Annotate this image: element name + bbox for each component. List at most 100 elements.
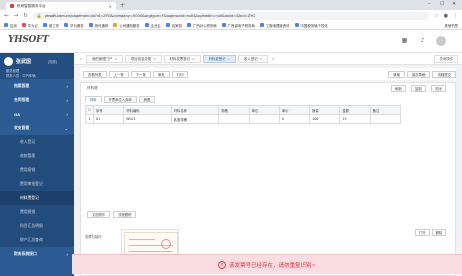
sidebar-item-label: 收支管理 <box>14 125 30 130</box>
inner-tab[interactable]: 流程跟踪 <box>113 211 137 218</box>
sidebar-item-label: 档案管理 <box>14 83 30 88</box>
bookmark-item[interactable]: 百家钱 <box>165 23 182 28</box>
sidebar-item[interactable]: 费用报销 <box>0 163 74 177</box>
table-row[interactable]: 1 01 WL01 乳胶漆桶 0 100 15 <box>85 114 402 124</box>
tab-close-icon[interactable]: ✕ <box>260 57 263 61</box>
page-tab[interactable]: 项目信息变更 ✕ <box>124 54 162 63</box>
bell-icon[interactable]: ♪ <box>418 36 427 45</box>
tabs-scroll-right-icon[interactable]: » <box>270 56 276 61</box>
sidebar-item-label: 材料费登记 <box>20 195 39 200</box>
toolbar-button[interactable]: 上一条 <box>108 70 129 78</box>
url-path: /pagemain.do?id=ZYG&company=0000&orgtype… <box>70 13 256 18</box>
table-cell[interactable]: WL01 <box>123 114 172 124</box>
browser-tab[interactable]: 杭研智智服务平台 ✕ <box>6 2 116 10</box>
sidebar-item[interactable]: 费用报销 <box>0 205 74 219</box>
back-icon[interactable]: ← <box>4 13 9 19</box>
bookmark-item[interactable]: 新工作 <box>42 23 59 28</box>
attach-action-button[interactable]: 删除 <box>431 229 447 236</box>
table-cell[interactable]: 01 <box>92 114 125 124</box>
sidebar-item[interactable]: 收入登记 <box>0 135 74 149</box>
url-input[interactable]: 🔒 yhsoft.com.cn/pagemain.do?id=ZYG&compa… <box>32 11 430 20</box>
table-cell[interactable] <box>248 114 280 124</box>
bookmark-item[interactable]: 广西对公税务局 <box>186 23 217 28</box>
sub-tab[interactable]: 开票单位入库单 <box>103 96 137 103</box>
toolbar-button[interactable]: 查看列表 <box>83 70 107 78</box>
sidebar-item[interactable]: 档案管理 › <box>0 79 74 93</box>
sidebar-item[interactable]: 财产汇总查询 <box>0 233 74 247</box>
attach-label: 发票扫描件 <box>85 235 102 239</box>
sidebar-item[interactable]: 材料费登记 <box>0 191 74 205</box>
sidebar-item[interactable]: 科目汇总明细 <box>0 219 74 233</box>
sidebar-item[interactable]: OA › <box>0 107 74 121</box>
page-tab[interactable]: 我的管理门户 ✕ <box>86 54 123 63</box>
column-header: 材料编码 <box>123 105 172 115</box>
sub-tab[interactable]: 摘要 <box>138 96 156 103</box>
sidebar-item[interactable]: 合同管理 › <box>0 93 74 107</box>
page-tab[interactable]: 材料发票登记 ✕ <box>163 54 201 63</box>
toolbar-button[interactable]: 审批 <box>152 70 170 78</box>
tab-close-icon[interactable]: ✕ <box>228 57 231 61</box>
star-icon[interactable]: ☆ <box>434 13 438 19</box>
inner-tab[interactable]: 文档附件 <box>87 211 111 218</box>
tabs-scroll-left-icon[interactable]: « <box>78 56 84 61</box>
sidebar: 张武国 [在线] 副总经理 财务人员 · 中汽车辆 档案管理 › 合同管理 › OA › 收… <box>0 53 74 276</box>
sidebar-item[interactable]: 财务系统接口 › <box>0 247 74 261</box>
tab-close-icon[interactable]: ✕ <box>109 4 112 9</box>
account-icon[interactable]: ● <box>444 13 448 19</box>
window-close-icon[interactable]: ✕ <box>452 1 456 7</box>
toolbar-button[interactable]: 打印 <box>171 70 189 78</box>
header-avatar[interactable] <box>436 36 446 46</box>
table-cell[interactable]: 15 <box>339 114 371 124</box>
grid-icon[interactable]: ▦ <box>400 36 409 45</box>
bookmark-item[interactable]: 中国税务局个性化 <box>294 23 328 28</box>
toolbar-button[interactable]: 新增 <box>388 70 405 78</box>
bookmark-item[interactable]: 企业云 <box>144 23 161 28</box>
bookmark-label: 广西省电子税务局 <box>227 23 255 28</box>
toolbar-button[interactable]: 流程提交 <box>432 70 456 78</box>
page-tab[interactable]: 材料费登记 ✕ <box>202 54 237 63</box>
attach-action-button[interactable]: 打开 <box>415 229 430 236</box>
toolbar-button[interactable]: 下一条 <box>130 70 151 78</box>
page-tab[interactable]: 收入登记 ✕ <box>238 54 269 63</box>
table-cell[interactable] <box>218 114 250 124</box>
bookmark-item[interactable]: 应用 <box>4 23 17 28</box>
sidebar-item[interactable]: 收支管理 ⌄ <box>0 121 74 135</box>
invoice-line <box>129 239 155 240</box>
invoice-line <box>129 251 173 252</box>
table-cell[interactable]: 乳胶漆桶 <box>170 114 220 124</box>
bookmark-label: 广西对公税务局 <box>192 23 217 28</box>
reload-icon[interactable]: ↻ <box>23 13 28 19</box>
maximize-icon[interactable]: ☐ <box>440 1 444 7</box>
sidebar-item-label: 财务系统接口 <box>14 251 37 256</box>
table-cell[interactable] <box>369 114 402 124</box>
bookmark-icon <box>88 23 93 27</box>
forward-icon[interactable]: → <box>14 13 19 19</box>
bookmark-item[interactable]: 广西省电子税务局 <box>221 23 255 28</box>
sub-tab[interactable]: 材料 <box>85 96 102 103</box>
sidebar-item[interactable]: 费用审批登记 <box>0 177 74 191</box>
bookmark-other[interactable]: 其他书签 <box>444 23 458 28</box>
bookmark-item[interactable]: 公司通知服务 <box>113 23 140 28</box>
tab-close-icon[interactable]: ✕ <box>153 57 156 61</box>
close-all-button[interactable]: 关闭操作 <box>434 54 458 63</box>
panel-action-button[interactable]: 关闭 <box>431 85 446 92</box>
bookmark-item[interactable]: 华为云 <box>21 23 38 28</box>
table-cell[interactable]: 0 <box>278 114 311 124</box>
bookmark-item[interactable]: 华为服务 <box>64 23 84 28</box>
panel-action-button[interactable]: 刷新 <box>391 85 406 92</box>
tab-close-icon[interactable]: ✕ <box>192 57 195 61</box>
chevron-icon: › <box>66 251 68 257</box>
row-checkbox[interactable]: 1 <box>85 114 94 124</box>
select-all-checkbox[interactable]: ☐ <box>85 105 94 115</box>
minimize-icon[interactable]: – <box>428 1 431 7</box>
bookmark-item[interactable]: 快可通商 <box>88 23 108 28</box>
bookmark-item[interactable]: 工程地理接资讯 <box>259 23 290 28</box>
sidebar-item[interactable]: 收款管理 <box>0 149 74 163</box>
tab-close-icon[interactable]: ✕ <box>114 57 117 61</box>
toolbar-button[interactable]: 保存草稿 <box>406 70 431 78</box>
table-cell[interactable]: 100 <box>309 114 341 124</box>
menu-icon[interactable]: ⋮ <box>453 13 458 19</box>
panel-action-button[interactable]: 复制 <box>411 85 426 92</box>
new-tab-icon[interactable]: + <box>120 2 125 9</box>
app-header: YHSOFT ▦ ♪ <box>0 30 462 53</box>
